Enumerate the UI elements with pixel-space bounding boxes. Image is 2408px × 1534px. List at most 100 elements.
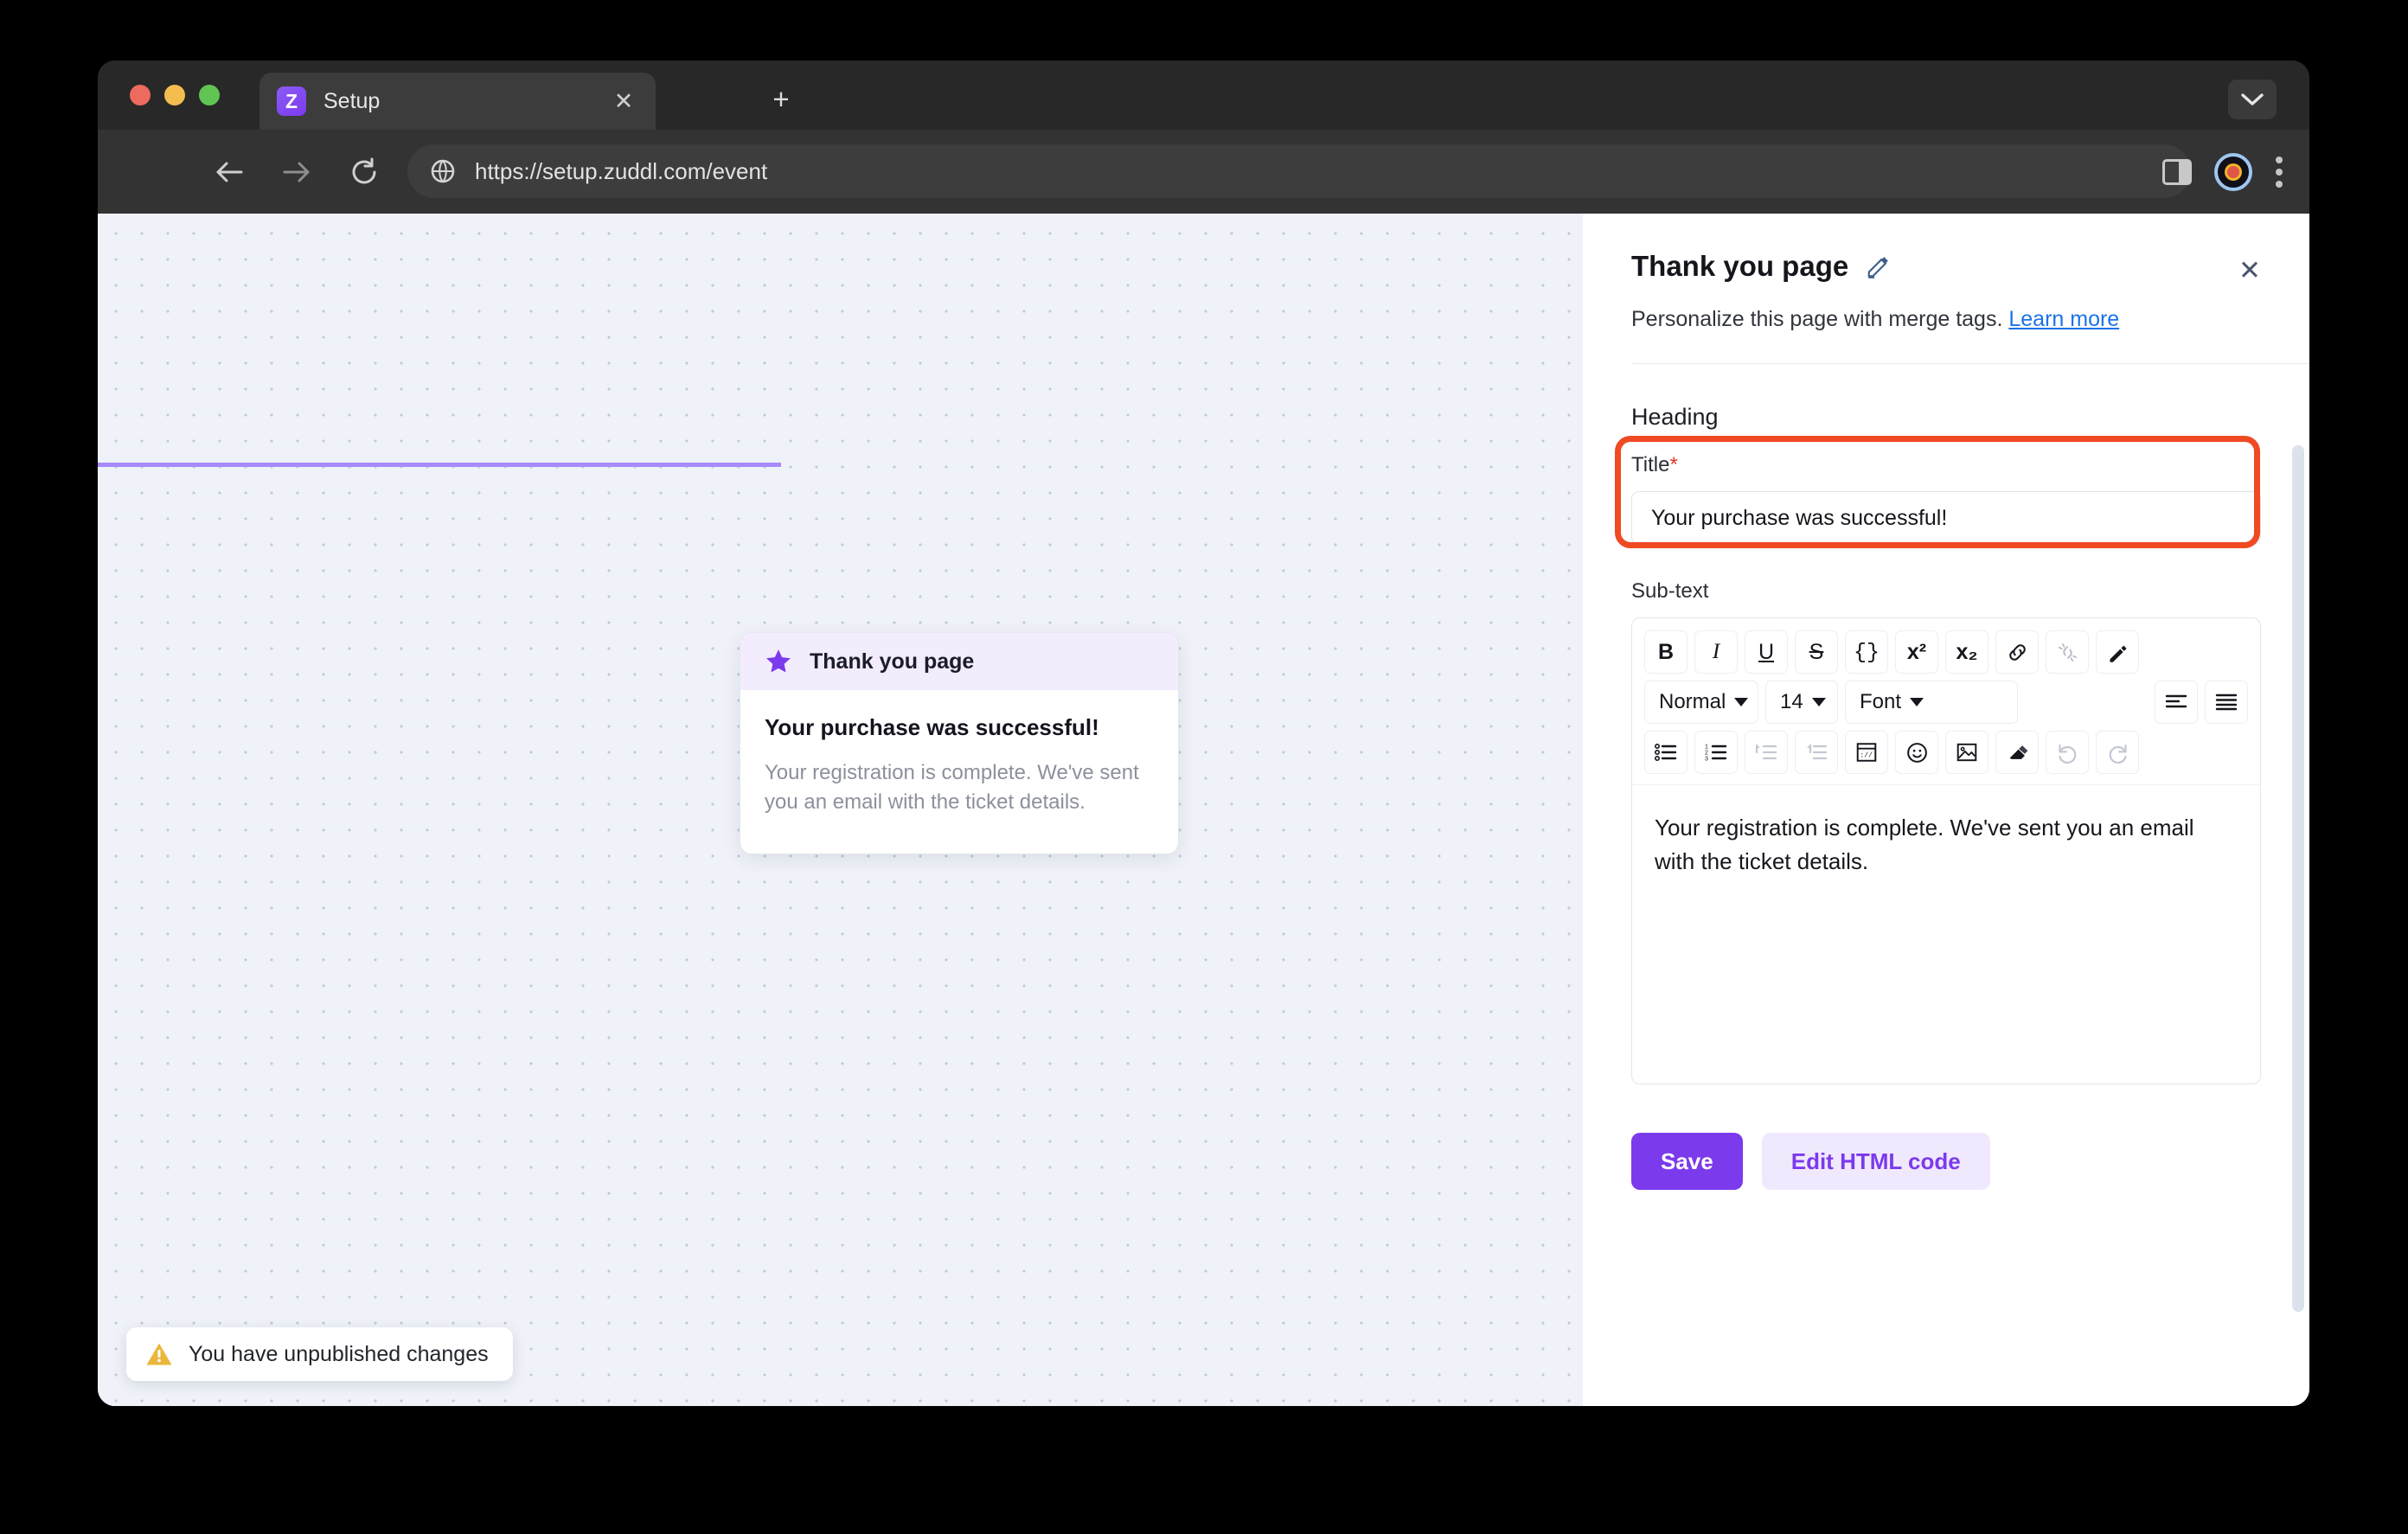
unpublished-changes-toast[interactable]: You have unpublished changes [126, 1327, 513, 1381]
back-arrow-icon[interactable] [205, 148, 253, 196]
redo-button[interactable] [2096, 731, 2139, 774]
title-field-block: Title* [1615, 436, 2261, 548]
align-justify-button[interactable] [2205, 681, 2248, 724]
svg-text:1: 1 [1705, 745, 1708, 751]
profile-avatar[interactable] [2214, 152, 2252, 191]
text-style-value: Normal [1659, 690, 1726, 713]
panel-title-row: Thank you page ✕ [1631, 250, 2261, 284]
address-bar[interactable]: https://setup.zuddl.com/event [407, 144, 2191, 198]
subtext-editor-area[interactable]: Your registration is complete. We've sen… [1632, 784, 2260, 1083]
tab-title: Setup [323, 88, 381, 113]
close-panel-button[interactable]: ✕ [2233, 253, 2266, 286]
font-size-value: 14 [1780, 690, 1803, 713]
page-content: Thank you page Your purchase was success… [98, 214, 2309, 1406]
text-color-pen-button[interactable] [2096, 630, 2139, 674]
insert-link-button[interactable] [1995, 630, 2039, 674]
unlink-button[interactable] [2046, 630, 2089, 674]
browser-tab-setup[interactable]: Z Setup ✕ [259, 73, 656, 130]
editor-canvas[interactable]: Thank you page Your purchase was success… [98, 214, 1583, 1406]
svg-text:3: 3 [1705, 757, 1708, 763]
page-title: Thank you page [1631, 250, 1849, 282]
panel-header: Thank you page ✕ Personalize this page w… [1583, 214, 2309, 364]
minimize-window-button[interactable] [164, 85, 185, 105]
chevron-down-icon [1734, 698, 1749, 706]
toast-text: You have unpublished changes [189, 1341, 489, 1366]
chevron-down-icon [1811, 698, 1826, 706]
italic-button[interactable]: I [1694, 630, 1738, 674]
edit-pencil-icon[interactable] [1866, 253, 1892, 279]
preview-card-header-label: Thank you page [810, 649, 975, 674]
title-input[interactable] [1631, 491, 2261, 545]
browser-window: Z Setup ✕ + https://setup.zuddl.com/even… [98, 61, 2309, 1406]
font-size-dropdown[interactable]: 14 [1765, 681, 1838, 724]
undo-button[interactable] [2046, 731, 2089, 774]
title-label-text: Title [1631, 453, 1670, 476]
toolbar-right-actions [2162, 152, 2283, 191]
maximize-window-button[interactable] [199, 85, 220, 105]
side-panel-icon[interactable] [2162, 158, 2192, 185]
reload-icon[interactable] [340, 148, 388, 196]
merge-tags-button[interactable]: {} [1845, 630, 1888, 674]
forward-arrow-icon[interactable] [272, 148, 321, 196]
panel-subtitle: Personalize this page with merge tags. L… [1631, 307, 2309, 364]
panel-actions: Save Edit HTML code [1631, 1133, 2261, 1190]
preview-title-text: Your purchase was successful! [765, 714, 1099, 740]
close-tab-icon[interactable]: ✕ [609, 86, 638, 116]
superscript-button[interactable]: x² [1895, 630, 1938, 674]
chevron-down-icon [1910, 698, 1924, 706]
strikethrough-button[interactable]: S [1795, 630, 1838, 674]
tab-search-chevron-down-icon[interactable] [2228, 80, 2277, 119]
subtext-editor-content: Your registration is complete. We've sen… [1655, 815, 2194, 874]
heading-section-label: Heading [1631, 404, 1719, 430]
zuddl-favicon-icon: Z [277, 86, 306, 116]
close-window-button[interactable] [130, 85, 150, 105]
browser-menu-icon[interactable] [2275, 156, 2283, 188]
insert-image-button[interactable] [1945, 731, 1989, 774]
subscript-button[interactable]: x₂ [1945, 630, 1989, 674]
new-tab-button[interactable]: + [764, 83, 798, 118]
thank-you-page-settings-panel: Thank you page ✕ Personalize this page w… [1583, 214, 2309, 1406]
subtext-field-label: Sub-text [1631, 579, 1709, 603]
browser-toolbar: https://setup.zuddl.com/event [98, 130, 2309, 214]
text-style-dropdown[interactable]: Normal [1644, 681, 1758, 724]
embed-iframe-button[interactable]: :// [1845, 731, 1888, 774]
favicon-letter: Z [285, 89, 298, 112]
globe-icon [431, 159, 455, 183]
title-field-label: Title* [1631, 453, 2261, 477]
rich-text-editor: B I U S {} x² x₂ Normal 14 Font 1 2 3:/… [1631, 617, 2261, 1084]
tab-strip: Z Setup ✕ + [98, 61, 2309, 130]
editor-toolbar: B I U S {} x² x₂ Normal 14 Font 1 2 3:/… [1632, 618, 2260, 784]
learn-more-link[interactable]: Learn more [2008, 307, 2119, 331]
star-icon [766, 649, 791, 673]
align-left-button[interactable] [2155, 681, 2198, 724]
warning-triangle-icon [146, 1343, 172, 1365]
outdent-button[interactable] [1795, 731, 1838, 774]
svg-text:://: :// [1860, 751, 1873, 759]
preview-subtext: Your registration is complete. We've sen… [765, 761, 1139, 815]
numbered-list-button[interactable]: 123 [1694, 731, 1738, 774]
panel-subtitle-text: Personalize this page with merge tags. [1631, 307, 2003, 331]
traffic-lights [130, 85, 220, 105]
required-asterisk: * [1669, 453, 1678, 476]
font-family-dropdown[interactable]: Font [1845, 681, 2018, 724]
preview-card-header: Thank you page [740, 633, 1178, 690]
alignment-guide-line [98, 463, 781, 467]
editor-toolbar-row-1: B I U S {} x² x₂ [1644, 630, 2248, 674]
bold-button[interactable]: B [1644, 630, 1688, 674]
preview-card-body: Your purchase was successful! Your regis… [740, 690, 1178, 817]
panel-scrollbar[interactable] [2292, 445, 2304, 1312]
edit-html-code-button[interactable]: Edit HTML code [1761, 1133, 1990, 1190]
underline-button[interactable]: U [1745, 630, 1788, 674]
editor-toolbar-row-2: Normal 14 Font [1644, 681, 2248, 724]
clear-formatting-eraser-button[interactable] [1995, 731, 2039, 774]
thank-you-page-preview-card[interactable]: Thank you page Your purchase was success… [740, 632, 1179, 854]
indent-button[interactable] [1745, 731, 1788, 774]
editor-toolbar-row-3: 123 :// [1644, 731, 2248, 774]
url-text: https://setup.zuddl.com/event [475, 157, 768, 184]
emoji-button[interactable] [1895, 731, 1938, 774]
save-button[interactable]: Save [1631, 1133, 1743, 1190]
svg-text:2: 2 [1705, 751, 1708, 757]
font-family-value: Font [1860, 690, 1902, 713]
panel-body: Heading Title* Sub-text B I [1583, 364, 2309, 1190]
bullet-list-button[interactable] [1644, 731, 1688, 774]
